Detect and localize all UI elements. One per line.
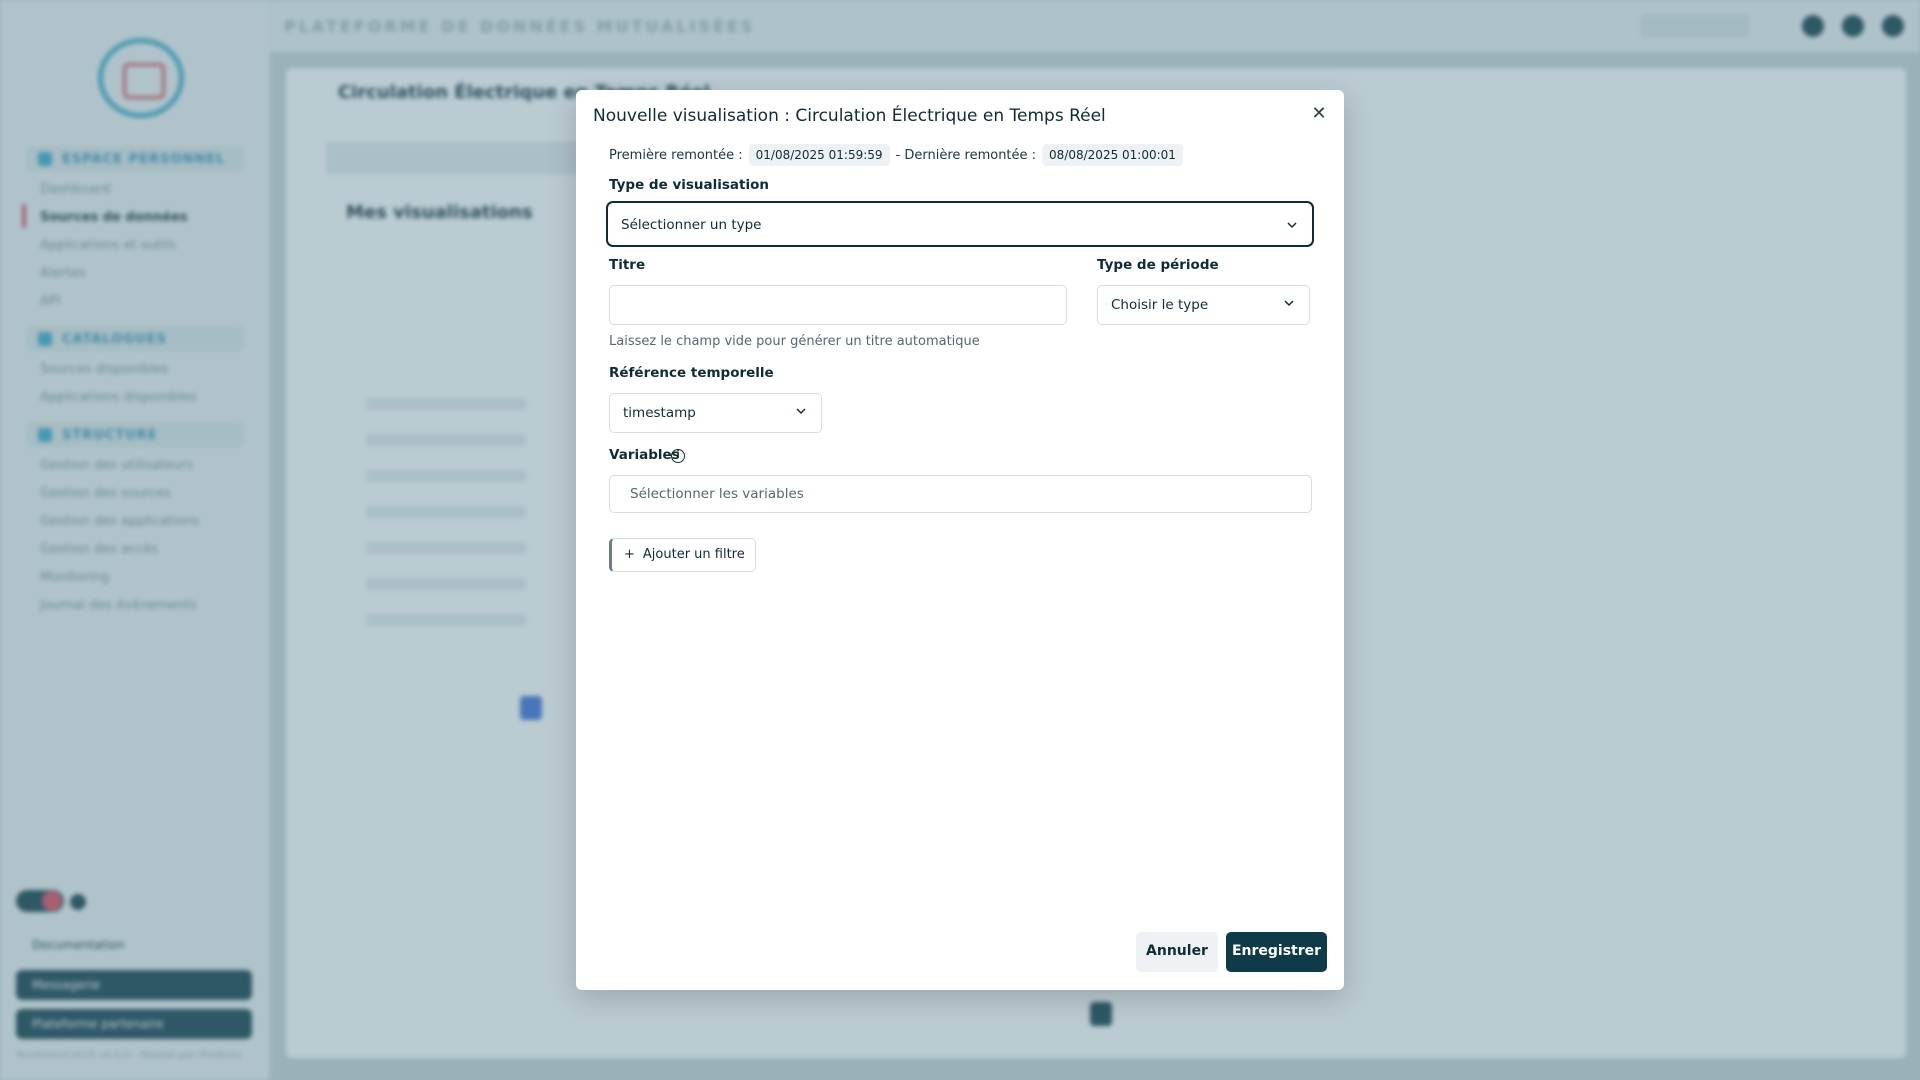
visualisation-type-select[interactable]: Sélectionner un type	[606, 201, 1314, 247]
plus-icon: +	[624, 547, 635, 562]
variables-label: Variables	[609, 447, 680, 463]
chevron-down-icon	[796, 408, 806, 415]
title-input[interactable]	[609, 285, 1067, 325]
first-reading-value: 01/08/2025 01:59:59	[748, 144, 890, 166]
period-type-select[interactable]: Choisir le type	[1097, 285, 1310, 325]
last-reading-label: - Dernière remontée :	[895, 147, 1037, 163]
title-hint: Laissez le champ vide pour générer un ti…	[609, 334, 980, 349]
last-reading-value: 08/08/2025 01:00:01	[1042, 144, 1183, 166]
type-label: Type de visualisation	[609, 177, 769, 193]
temporal-reference-select[interactable]: timestamp	[609, 393, 822, 433]
variables-select[interactable]: Sélectionner les variables	[609, 475, 1312, 513]
period-select-value: Choisir le type	[1111, 297, 1209, 313]
new-visualisation-modal: Nouvelle visualisation : Circulation Éle…	[576, 90, 1344, 990]
cancel-button[interactable]: Annuler	[1136, 932, 1218, 972]
type-select-value: Sélectionner un type	[621, 217, 762, 233]
temporal-reference-label: Référence temporelle	[609, 365, 774, 381]
chevron-down-icon	[1284, 300, 1294, 307]
chevron-down-icon	[1287, 222, 1297, 229]
period-label: Type de période	[1097, 257, 1219, 273]
add-filter-button[interactable]: + Ajouter un filtre	[609, 538, 756, 572]
save-button[interactable]: Enregistrer	[1226, 932, 1327, 972]
variables-placeholder: Sélectionner les variables	[630, 486, 804, 502]
info-icon[interactable]: i	[671, 449, 685, 463]
title-label: Titre	[609, 257, 646, 273]
first-reading-label: Première remontée :	[609, 147, 743, 163]
add-filter-label: Ajouter un filtre	[642, 547, 745, 562]
data-range-info: Première remontée : 01/08/2025 01:59:59 …	[609, 142, 1189, 168]
close-icon[interactable]: ✕	[1308, 104, 1330, 126]
modal-title: Nouvelle visualisation : Circulation Éle…	[593, 106, 1106, 126]
temporal-select-value: timestamp	[623, 405, 696, 421]
